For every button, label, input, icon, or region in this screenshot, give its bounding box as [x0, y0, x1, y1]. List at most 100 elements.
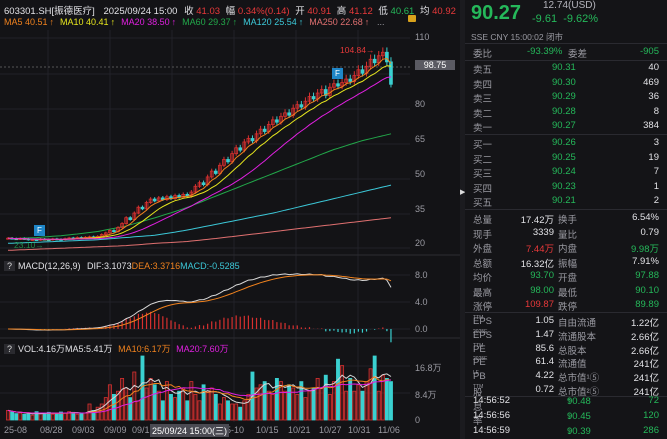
volume-bar	[376, 390, 381, 421]
tick-row: 14:56:56 90.45 ↓ 120	[473, 410, 659, 422]
macd-tick: 0.0	[415, 324, 428, 334]
bid-row[interactable]: 买三 90.24 7	[465, 165, 667, 180]
macd-legend: ? MACD(12,26,9) DIF:3.1073DEA:3.3716MACD:…	[4, 261, 240, 271]
bid-label: 买五	[473, 198, 493, 210]
y-tick: 65	[415, 134, 426, 144]
volume-bar	[14, 413, 19, 421]
market-status: SSE CNY 15:00:02 闭市	[471, 32, 563, 42]
volume-bar	[136, 400, 141, 421]
fundamentals-row: PE 2025E 61.4 流通值 241亿	[473, 356, 659, 371]
quote-panel: 12.74(USD) 90.27 -9.61 -9.62% SSE CNY 15…	[465, 0, 667, 439]
bid-volume: 1	[653, 180, 659, 192]
y-tick: 80	[415, 99, 426, 109]
vol-tick: 8.4万	[415, 390, 437, 400]
stats-row: 外盘 7.44万 内盘 9.98万	[473, 244, 659, 255]
ask-row[interactable]: 卖二 90.28 8	[465, 105, 667, 120]
arrow-down-icon: ↓	[567, 426, 572, 437]
candle	[128, 217, 133, 220]
arrow-down-icon: ↓	[567, 411, 572, 422]
candle	[389, 61, 393, 85]
event-flag-icon[interactable]: F	[332, 68, 343, 79]
ask-row[interactable]: 卖四 90.30 469	[465, 76, 667, 91]
volume-bar	[209, 387, 214, 421]
candle	[348, 78, 353, 82]
volume-bar	[26, 413, 31, 421]
volume-bar	[50, 413, 55, 421]
y-tick: 50	[415, 169, 426, 179]
ask-label: 卖一	[473, 123, 493, 135]
ask-row[interactable]: 卖三 90.29 36	[465, 90, 667, 105]
vol-legend: ? VOL:4.16万MA5:5.41万 MA10:6.17万 MA20:7.60…	[4, 342, 229, 355]
volume-bar	[303, 397, 308, 421]
bid-label: 买四	[473, 183, 493, 195]
volume-bar	[291, 387, 296, 421]
volume-bar	[238, 406, 243, 421]
volume-bar	[169, 393, 173, 421]
ma20-line	[7, 76, 392, 240]
volume-bar	[18, 412, 23, 421]
order-ratio-row: 委比 -93.39% 委差 -905	[473, 46, 659, 60]
vol-ma10: MA10:6.17万	[118, 344, 171, 354]
volume-bar	[217, 403, 222, 421]
candle	[360, 69, 365, 74]
date-tick: 10/21	[288, 425, 311, 435]
ask-row[interactable]: 卖一 90.27 384	[465, 119, 667, 135]
candle	[201, 182, 206, 186]
date-tick: 08/28	[40, 425, 63, 435]
bid-row[interactable]: 买四 90.23 1	[465, 180, 667, 195]
vol-ma5: MA5:5.41万	[65, 344, 113, 354]
bid-row[interactable]: 买五 90.21 2	[465, 194, 667, 210]
ask-row[interactable]: 卖五 90.31 40	[465, 61, 667, 76]
volume-bar	[197, 400, 202, 421]
bid-volume: 19	[648, 151, 659, 163]
volume-bar	[226, 400, 230, 421]
volume-bar	[311, 387, 316, 421]
volume-bar	[201, 384, 206, 421]
volume-bar	[75, 413, 80, 421]
event-flag-icon[interactable]: F	[34, 225, 45, 236]
ask-price: 90.31	[552, 62, 576, 73]
bid-row[interactable]: 买二 90.25 19	[465, 151, 667, 166]
help-icon[interactable]: ?	[4, 261, 15, 271]
volume-bar	[177, 390, 182, 421]
date-tick: 09/1	[132, 425, 150, 435]
crosshair-date-label: 25/09/24 15:00(三)	[150, 424, 230, 437]
bid-price: 90.23	[552, 180, 576, 192]
candle	[299, 104, 304, 108]
ask-price: 90.30	[552, 76, 576, 88]
ask-label: 卖四	[473, 79, 493, 91]
macd-value: MACD:-0.5285	[180, 261, 240, 271]
ask-volume: 8	[653, 105, 659, 117]
min-price-label: 23.10→	[14, 240, 44, 250]
volume-bar	[258, 384, 263, 421]
candle	[226, 159, 230, 163]
volume-bar	[283, 390, 287, 421]
candle	[372, 58, 377, 64]
date-tick: 10/31	[348, 425, 371, 435]
volume-bar	[38, 413, 43, 421]
bid-row[interactable]: 买一 90.26 3	[465, 136, 667, 151]
kline-chart[interactable]	[0, 0, 460, 439]
volume-bar	[71, 411, 76, 421]
volume-bar	[181, 387, 186, 421]
stats-row: 总量 17.42万 换手 6.54%	[473, 212, 659, 226]
volume-bar	[340, 365, 345, 421]
volume-bar	[193, 393, 198, 421]
chart-area[interactable]: 603301.SH[振德医疗] 2025/09/24 15:00 收 41.03…	[0, 0, 460, 439]
max-price-label: 104.84→	[340, 45, 375, 55]
volume-bar	[356, 384, 361, 421]
volume-bar	[63, 412, 68, 421]
volume-bar	[173, 397, 178, 421]
date-tick: 09/03	[72, 425, 95, 435]
volume-bar	[246, 393, 251, 421]
volume-bar	[372, 355, 377, 421]
date-tick: 09/09	[104, 425, 127, 435]
bid-label: 买一	[473, 140, 493, 151]
tick-row: 14:56:59 90.39 ↓ 286	[473, 425, 659, 437]
crosshair-price-label: 98.75	[415, 60, 455, 70]
volume-bar	[160, 400, 165, 421]
volume-bar	[213, 393, 218, 421]
help-icon[interactable]: ?	[4, 344, 15, 354]
ask-price: 90.29	[552, 91, 576, 103]
stats-row: 总额 16.32亿 振幅 7.91%	[473, 255, 659, 270]
